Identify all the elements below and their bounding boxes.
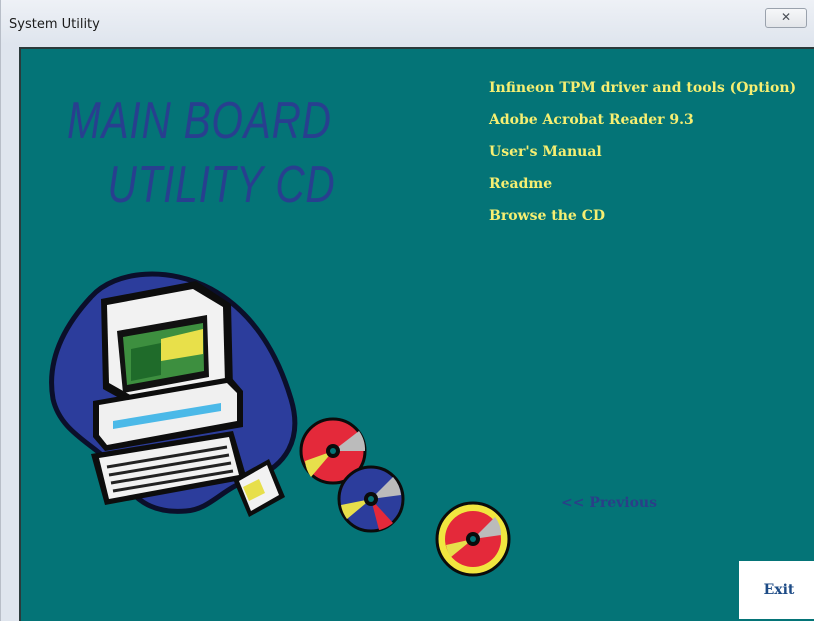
close-button[interactable]: ✕ (765, 8, 807, 28)
cd-disc-yellow-icon (435, 501, 511, 577)
title-bar: System Utility ✕ (1, 0, 814, 46)
computer-illustration (49, 271, 511, 577)
cd-disc-blue-icon (337, 465, 405, 533)
system-utility-window: System Utility ✕ MAIN BOARD UTILITY CD I… (0, 0, 814, 621)
main-panel: MAIN BOARD UTILITY CD Infineon TPM drive… (19, 47, 814, 621)
window-title: System Utility (9, 17, 100, 32)
previous-link[interactable]: << Previous (561, 495, 657, 511)
exit-button[interactable]: Exit (739, 561, 814, 619)
close-icon: ✕ (780, 10, 792, 24)
